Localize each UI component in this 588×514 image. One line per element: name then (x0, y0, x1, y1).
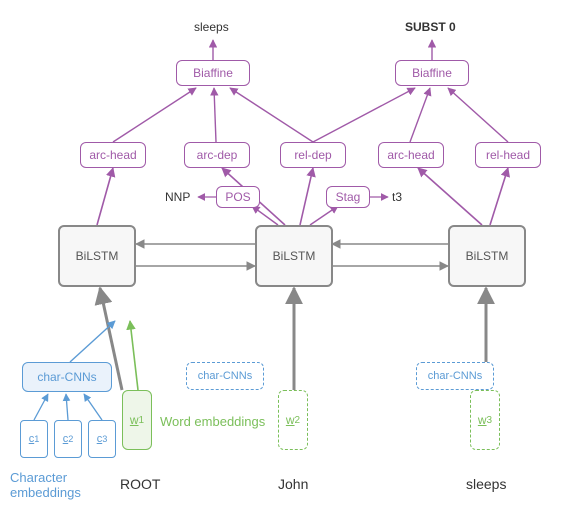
char-cnns-1: char-CNNs (22, 362, 112, 392)
char-c2: c2 (54, 420, 82, 458)
arc-dep: arc-dep (184, 142, 250, 168)
pos-box: POS (216, 186, 260, 208)
nnp-label: NNP (165, 190, 190, 204)
rel-head: rel-head (475, 142, 541, 168)
bilstm-1: BiLSTM (58, 225, 136, 287)
w-sub-3: 3 (487, 415, 493, 426)
word-emb-2: w2 (278, 390, 308, 450)
char-emb-label: Character embeddings (10, 470, 81, 500)
biaffine-right: Biaffine (395, 60, 469, 86)
rel-dep: rel-dep (280, 142, 346, 168)
output-left: sleeps (194, 20, 229, 34)
w-sym: w (286, 413, 295, 427)
w-sym: w (478, 413, 487, 427)
char-c1: c1 (20, 420, 48, 458)
c-sub-2: 2 (68, 434, 73, 444)
stag-box: Stag (326, 186, 370, 208)
char-c3: c3 (88, 420, 116, 458)
token-john: John (278, 476, 308, 492)
arc-head-left: arc-head (80, 142, 146, 168)
word-emb-label: Word embeddings (160, 414, 265, 429)
char-cnns-2: char-CNNs (186, 362, 264, 390)
c-sub-3: 3 (102, 434, 107, 444)
w-sym: w (130, 413, 139, 427)
bilstm-2: BiLSTM (255, 225, 333, 287)
t3-label: t3 (392, 190, 402, 204)
char-cnns-3: char-CNNs (416, 362, 494, 390)
biaffine-left: Biaffine (176, 60, 250, 86)
w-sub-1: 1 (139, 415, 145, 426)
word-emb-1: w1 (122, 390, 152, 450)
word-emb-3: w3 (470, 390, 500, 450)
c-sub-1: 1 (34, 434, 39, 444)
arc-head-right: arc-head (378, 142, 444, 168)
w-sub-2: 2 (295, 415, 301, 426)
output-right: SUBST 0 (405, 20, 456, 34)
token-root: ROOT (120, 476, 160, 492)
token-sleeps: sleeps (466, 476, 506, 492)
bilstm-3: BiLSTM (448, 225, 526, 287)
